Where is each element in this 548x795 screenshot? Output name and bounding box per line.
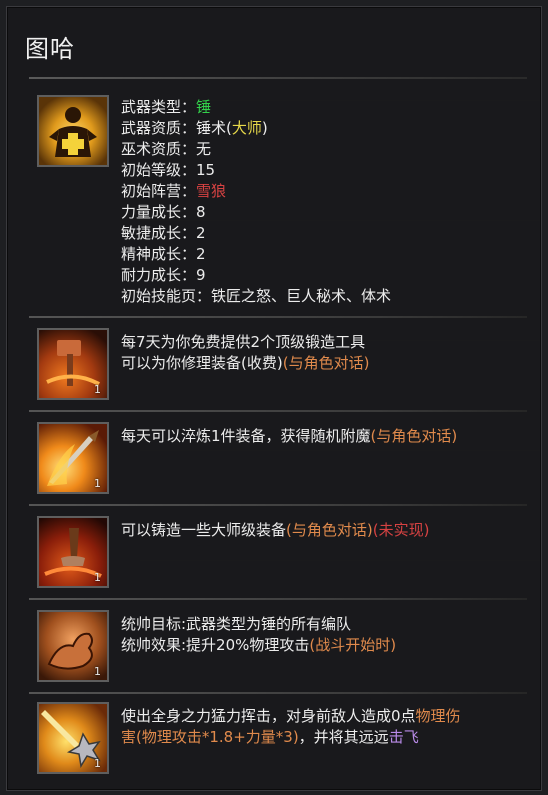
skill-level: 1: [94, 665, 101, 678]
stats-list: 武器类型：锤 武器资质：锤术(大师) 巫术资质：无 初始等级：15 初始阵营：雪…: [121, 97, 519, 307]
stat-agility-growth: 敏捷成长：2: [121, 224, 206, 242]
skill-description: 每7天为你免费提供2个顶级锻造工具 可以为你修理装备(收费)(与角色对话): [121, 333, 370, 372]
forge-tongs-icon[interactable]: 1: [37, 516, 109, 588]
skill-level: 1: [94, 477, 101, 490]
skill-row-5: 1 使出全身之力猛力挥击，对身前敌人造成0点物理伤 害(物理攻击*1.8+力量*…: [29, 694, 527, 788]
character-class-icon: [37, 95, 109, 167]
skill-row-2: 1 每天可以淬炼1件装备，获得随机附魔(与角色对话): [29, 412, 527, 506]
stats-section: 武器类型：锤 武器资质：锤术(大师) 巫术资质：无 初始等级：15 初始阵营：雪…: [29, 85, 527, 318]
skill-description: 统帅目标:武器类型为锤的所有编队 统帅效果:提升20%物理攻击(战斗开始时): [121, 615, 397, 654]
spiked-mace-icon[interactable]: 1: [37, 702, 109, 774]
character-name: 图哈: [25, 35, 75, 63]
skill-level: 1: [94, 571, 101, 584]
stat-weapon-type: 武器类型：锤: [121, 98, 212, 116]
skill-row-4: 1 统帅目标:武器类型为锤的所有编队 统帅效果:提升20%物理攻击(战斗开始时): [29, 600, 527, 694]
stat-initial-level: 初始等级：15: [121, 161, 216, 179]
stat-strength-growth: 力量成长：8: [121, 203, 206, 221]
stat-sorcery-aptitude: 巫术资质：无: [121, 140, 212, 158]
skill-description: 可以铸造一些大师级装备(与角色对话)(未实现): [121, 521, 430, 539]
flexed-arm-icon[interactable]: 1: [37, 610, 109, 682]
skill-level: 1: [94, 757, 101, 770]
hammer-icon[interactable]: 1: [37, 328, 109, 400]
title-divider: [29, 77, 527, 79]
stat-weapon-aptitude: 武器资质：锤术(大师): [121, 119, 268, 137]
skill-description: 每天可以淬炼1件装备，获得随机附魔(与角色对话): [121, 427, 458, 445]
stat-initial-skill-pages: 初始技能页：铁匠之怒、巨人秘术、体术: [121, 287, 392, 305]
flame-blade-icon[interactable]: 1: [37, 422, 109, 494]
stat-spirit-growth: 精神成长：2: [121, 245, 206, 263]
stat-initial-faction: 初始阵营：雪狼: [121, 182, 227, 200]
character-tooltip: 图哈 武器类型：锤 武器资质：锤术(大师) 巫术资质：无 初始等级：15 初始阵…: [6, 6, 542, 791]
skill-row-3: 1 可以铸造一些大师级装备(与角色对话)(未实现): [29, 506, 527, 600]
skill-row-1: 1 每7天为你免费提供2个顶级锻造工具 可以为你修理装备(收费)(与角色对话): [29, 318, 527, 412]
skill-level: 1: [94, 383, 101, 396]
skill-description: 使出全身之力猛力挥击，对身前敌人造成0点物理伤 害(物理攻击*1.8+力量*3)…: [121, 707, 461, 746]
stat-stamina-growth: 耐力成长：9: [121, 266, 206, 284]
